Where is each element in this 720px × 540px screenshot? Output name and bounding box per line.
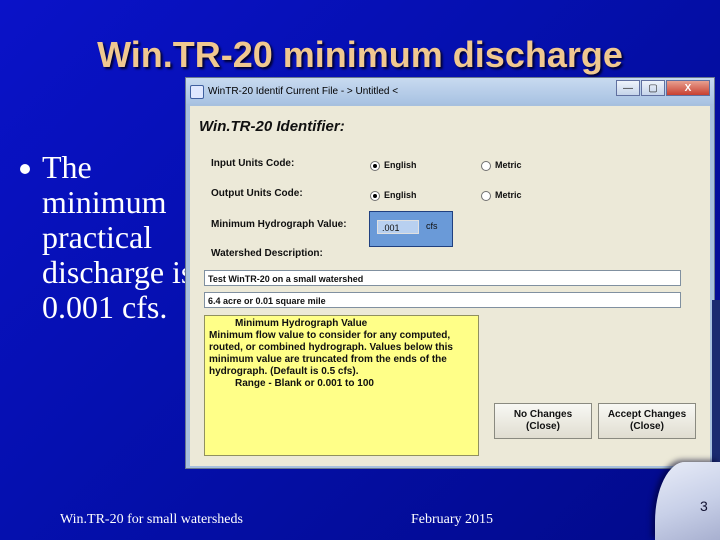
input-units-label: Input Units Code: bbox=[211, 158, 295, 169]
window-titlebar[interactable]: WinTR-20 Identif Current File - > Untitl… bbox=[186, 78, 714, 104]
help-line: hydrograph. (Default is 0.5 cfs). bbox=[209, 366, 359, 377]
min-hydrograph-unit: cfs bbox=[426, 221, 438, 231]
no-changes-close-button[interactable]: No Changes (Close) bbox=[494, 403, 592, 439]
page-number: 3 bbox=[700, 498, 708, 514]
help-line: minimum value are truncated from the end… bbox=[209, 354, 447, 365]
watershed-description-label: Watershed Description: bbox=[211, 248, 323, 259]
app-icon bbox=[190, 85, 204, 99]
form-heading: Win.TR-20 Identifier: bbox=[199, 118, 345, 135]
bullet-dot-icon bbox=[20, 164, 30, 174]
output-units-english-radio[interactable] bbox=[370, 191, 380, 201]
input-units-english-radio[interactable] bbox=[370, 161, 380, 171]
slide-edge-decoration bbox=[712, 300, 720, 470]
wintr20-identifier-window: WinTR-20 Identif Current File - > Untitl… bbox=[185, 77, 715, 469]
footer-date: February 2015 bbox=[411, 512, 494, 527]
input-units-metric-label: Metric bbox=[495, 160, 522, 170]
footer-left: Win.TR-20 for small watersheds bbox=[60, 512, 243, 527]
bullet-text: The minimum practical discharge is 0.001… bbox=[42, 149, 194, 325]
minimize-button[interactable]: — bbox=[616, 80, 640, 96]
help-line: Range - Blank or 0.001 to 100 bbox=[235, 378, 374, 389]
maximize-button[interactable]: ▢ bbox=[641, 80, 665, 96]
no-changes-close-label: (Close) bbox=[526, 421, 560, 432]
watershed-description-line1-input[interactable]: Test WinTR-20 on a small watershed bbox=[204, 270, 681, 286]
help-panel: Minimum Hydrograph Value Minimum flow va… bbox=[204, 315, 479, 456]
window-client-area: Win.TR-20 Identifier: Input Units Code: … bbox=[190, 106, 710, 466]
help-title: Minimum Hydrograph Value bbox=[235, 318, 368, 329]
accept-changes-close-button[interactable]: Accept Changes (Close) bbox=[598, 403, 696, 439]
output-units-metric-label: Metric bbox=[495, 190, 522, 200]
window-title: WinTR-20 Identif Current File - > Untitl… bbox=[208, 86, 399, 97]
output-units-english-label: English bbox=[384, 190, 417, 200]
no-changes-label: No Changes bbox=[513, 409, 573, 420]
help-line: Minimum flow value to consider for any c… bbox=[209, 330, 451, 341]
input-units-english-label: English bbox=[384, 160, 417, 170]
min-hydrograph-input[interactable]: .001 bbox=[377, 220, 419, 234]
accept-changes-close-label: (Close) bbox=[630, 421, 664, 432]
input-units-metric-radio[interactable] bbox=[481, 161, 491, 171]
page-curl-decoration bbox=[655, 462, 720, 540]
close-button[interactable]: X bbox=[666, 80, 710, 96]
output-units-label: Output Units Code: bbox=[211, 188, 303, 199]
slide-title: Win.TR-20 minimum discharge bbox=[97, 34, 623, 75]
min-hydrograph-label: Minimum Hydrograph Value: bbox=[211, 219, 347, 230]
min-hydrograph-group: .001 cfs bbox=[369, 211, 453, 247]
watershed-description-line2-input[interactable]: 6.4 acre or 0.01 square mile bbox=[204, 292, 681, 308]
output-units-metric-radio[interactable] bbox=[481, 191, 491, 201]
help-line: routed, or combined hydrograph. Values b… bbox=[209, 342, 453, 353]
accept-changes-label: Accept Changes bbox=[607, 409, 687, 420]
